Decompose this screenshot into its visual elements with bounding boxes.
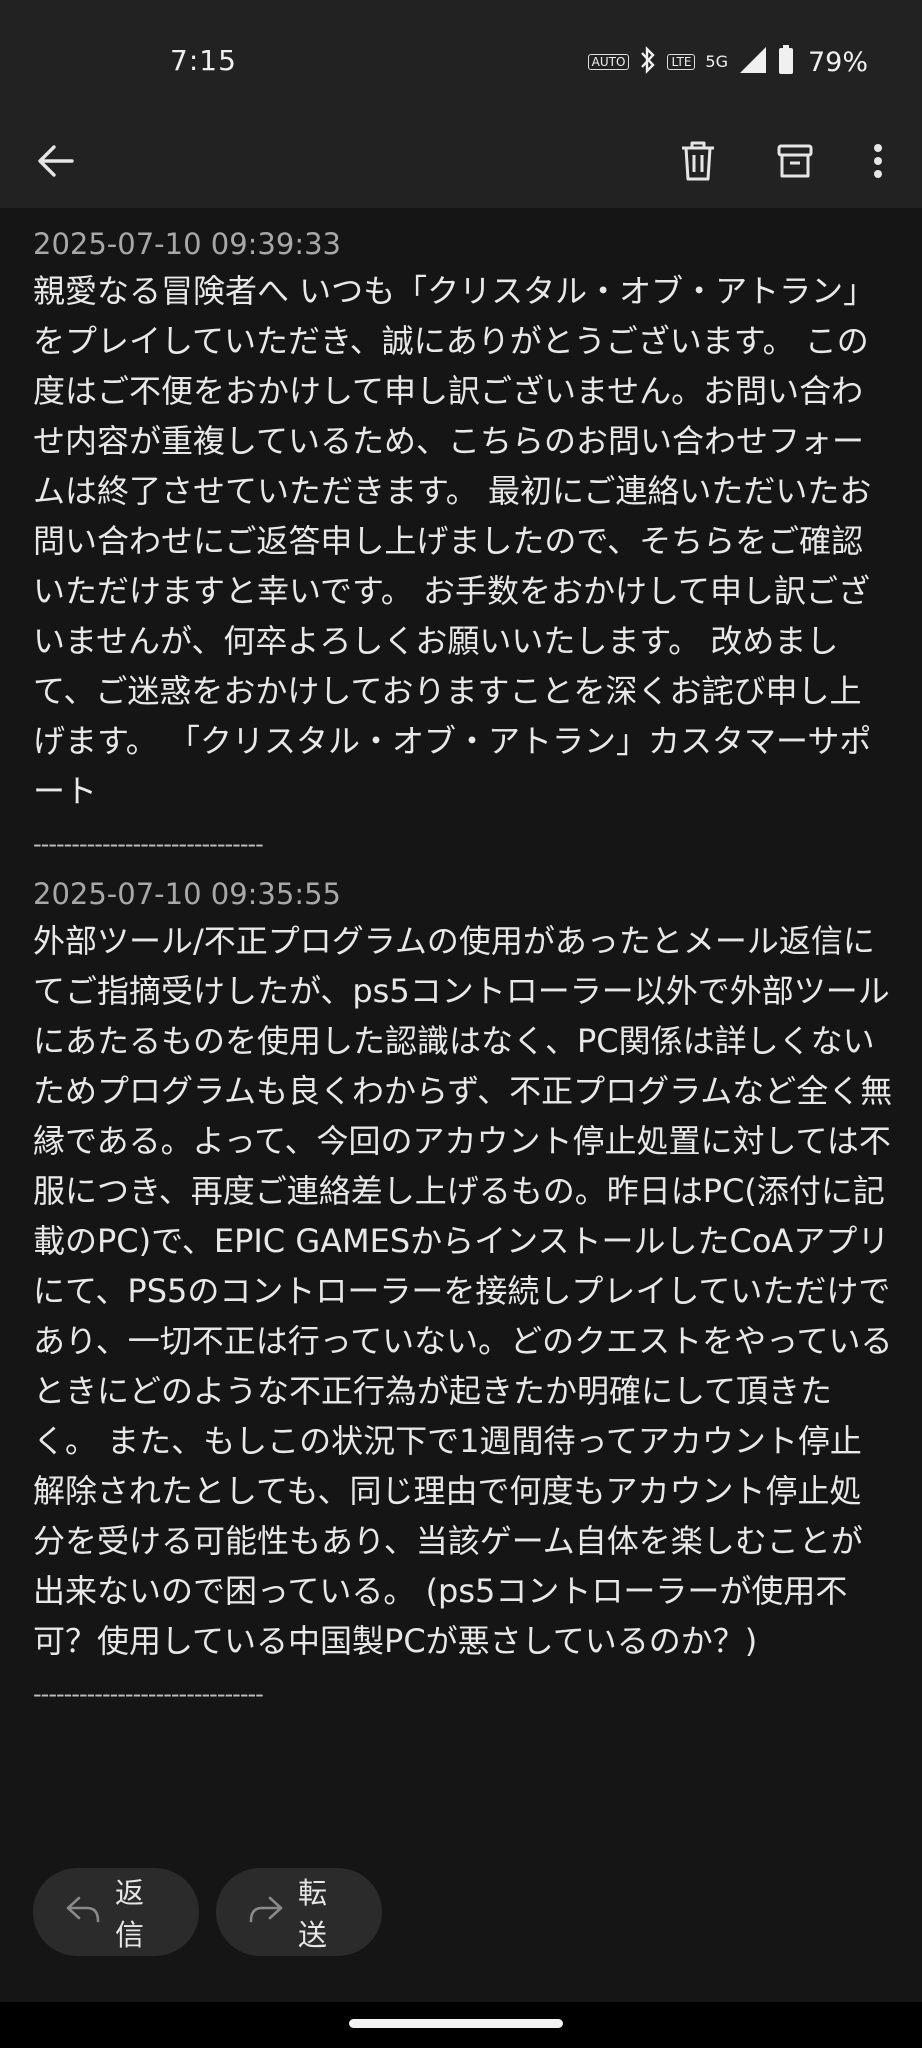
archive-icon [776, 142, 814, 184]
message-item: 2025-07-10 09:35:55 外部ツール/不正プログラムの使用があった… [33, 872, 893, 1716]
message-thread: 2025-07-10 09:39:33 親愛なる冒険者へ いつも「クリスタル・オ… [33, 222, 893, 1722]
arrow-left-icon [36, 143, 76, 183]
status-time: 7:15 [170, 44, 237, 77]
forward-label: 転送 [298, 1876, 328, 1952]
message-date: 2025-07-10 09:35:55 [33, 877, 341, 911]
home-gesture-handle[interactable] [349, 2019, 563, 2028]
bluetooth-icon [639, 46, 657, 78]
signal-icon [738, 45, 768, 79]
reply-icon [65, 1895, 101, 1930]
reply-button[interactable]: 返信 [33, 1868, 199, 1956]
status-icons: AUTO LTE 5G 79% [587, 44, 868, 80]
more-vert-icon [872, 143, 884, 183]
battery-percent: 79% [807, 46, 868, 78]
reply-label: 返信 [115, 1876, 145, 1952]
message-date: 2025-07-10 09:39:33 [33, 227, 341, 261]
volte-icon: LTE [667, 54, 696, 70]
message-separator: ------------------------------ [33, 1680, 264, 1708]
forward-button[interactable]: 転送 [216, 1868, 382, 1956]
delete-button[interactable] [658, 118, 738, 208]
forward-icon [248, 1895, 284, 1930]
trash-icon [678, 140, 718, 186]
message-body: 外部ツール/不正プログラムの使用があったとメール返信にてご指摘受けしたが、ps5… [33, 922, 893, 1660]
network-type: 5G [705, 52, 728, 71]
back-button[interactable] [16, 118, 96, 208]
message-separator: ------------------------------ [33, 830, 264, 858]
message-body: 親愛なる冒険者へ いつも「クリスタル・オブ・アトラン」をプレイしていただき、誠に… [33, 272, 876, 810]
battery-icon [778, 45, 794, 79]
status-bar: 7:15 AUTO LTE 5G 79% [0, 0, 922, 118]
auto-icon: AUTO [587, 54, 630, 70]
more-options-button[interactable] [838, 118, 918, 208]
archive-button[interactable] [755, 118, 835, 208]
message-item: 2025-07-10 09:39:33 親愛なる冒険者へ いつも「クリスタル・オ… [33, 222, 893, 866]
top-app-bar [0, 118, 922, 208]
